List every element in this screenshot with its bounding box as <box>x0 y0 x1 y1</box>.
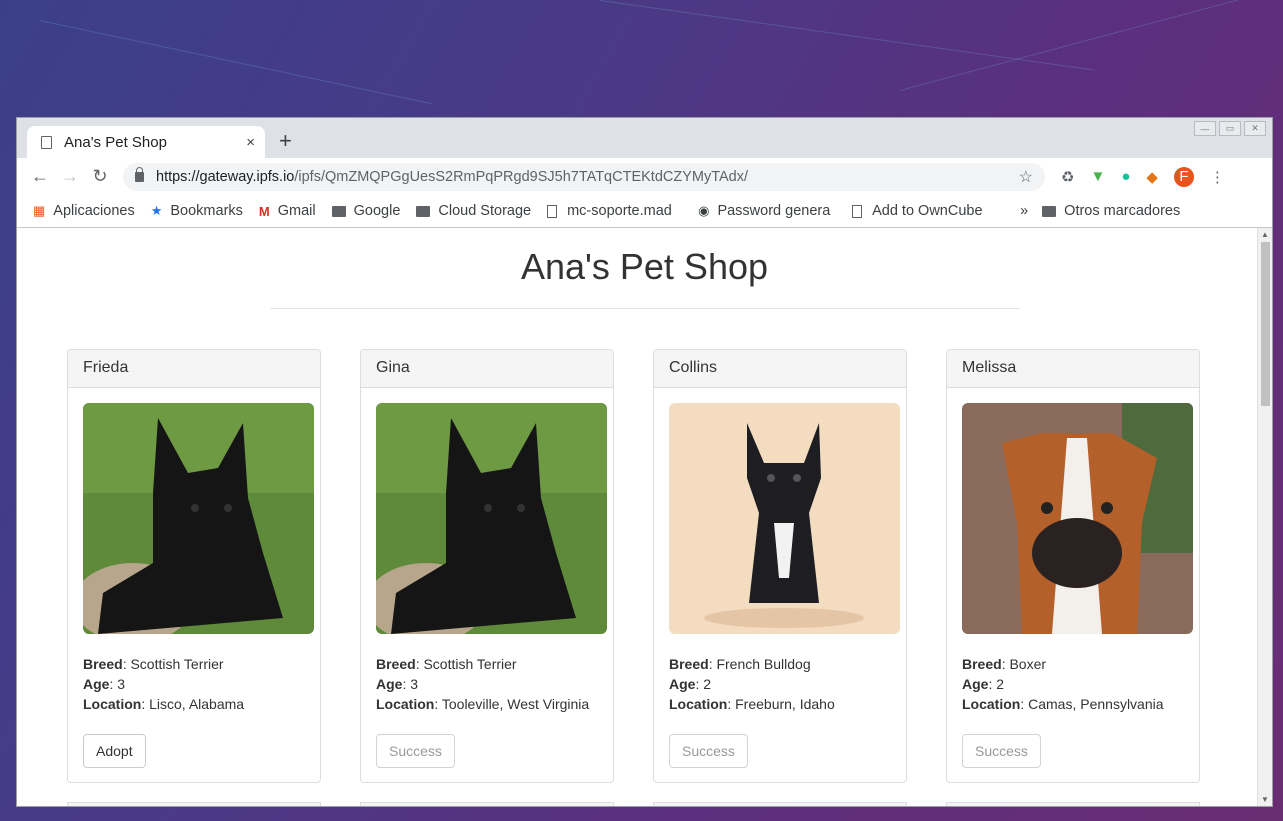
browser-toolbar: ← → ↻ https://gateway.ipfs.io/ipfs/QmZMQ… <box>17 158 1272 195</box>
lock-icon[interactable] <box>135 166 144 182</box>
bookmark-star-icon[interactable]: ☆ <box>1019 167 1033 187</box>
bookmark-other[interactable]: Otros marcadores <box>1042 203 1180 219</box>
apps-grid-icon: ▦ <box>33 203 46 218</box>
gmail-icon: M <box>258 203 270 219</box>
next-row-cards <box>67 802 1200 806</box>
pet-card-partial <box>653 802 907 806</box>
pet-age: 3 <box>410 676 419 692</box>
scroll-down-icon[interactable]: ▼ <box>1261 795 1269 804</box>
file-icon <box>547 204 558 218</box>
metamask-fox-icon[interactable]: ◆ <box>1146 168 1158 186</box>
french-bulldog-photo <box>669 403 900 634</box>
bookmarks-overflow-button[interactable]: » <box>1020 203 1028 219</box>
pet-card-partial <box>67 802 321 806</box>
pet-breed: French Bulldog <box>716 656 811 672</box>
folder-icon <box>331 205 346 217</box>
window-controls: — ▭ ✕ <box>1194 121 1266 136</box>
scrollbar-thumb[interactable] <box>1261 242 1270 406</box>
success-button[interactable]: Success <box>376 734 455 768</box>
menu-kebab-icon[interactable]: ⋮ <box>1210 168 1225 186</box>
pet-breed: Scottish Terrier <box>423 656 517 672</box>
pet-age: 2 <box>996 676 1005 692</box>
back-button[interactable]: ← <box>25 166 55 187</box>
extensions-area: ♻ ▼ ● ◆ F ⋮ <box>1061 166 1225 187</box>
bookmark-bookmarks[interactable]: ★ Bookmarks <box>151 203 243 219</box>
file-icon <box>852 204 863 218</box>
vertical-scrollbar[interactable]: ▲ ▼ <box>1257 228 1272 806</box>
success-button[interactable]: Success <box>669 734 748 768</box>
forward-button[interactable]: → <box>55 166 85 187</box>
tab-pet-shop[interactable]: Ana's Pet Shop × <box>27 126 265 158</box>
bookmark-mc-soporte[interactable]: mc-soporte.mad <box>547 203 682 219</box>
url-host: https://gateway.ipfs.io <box>156 168 295 185</box>
pet-name: Melissa <box>947 350 1199 388</box>
pet-location: Camas, Pennsylvania <box>1028 696 1164 712</box>
bookmark-cloud-storage[interactable]: Cloud Storage <box>416 203 531 219</box>
pet-cards: Frieda Breed: Scottish Terrier Age: 3 Lo… <box>67 349 1200 783</box>
close-tab-icon[interactable]: × <box>246 134 255 151</box>
minimize-button[interactable]: — <box>1194 121 1216 136</box>
pet-name: Frieda <box>68 350 320 388</box>
page-title: Ana's Pet Shop <box>520 246 769 287</box>
pet-name: Gina <box>361 350 613 388</box>
folder-icon <box>1042 205 1057 217</box>
bookmark-owncube[interactable]: Add to OwnCube <box>852 203 990 219</box>
pet-card-partial <box>360 802 614 806</box>
reload-button[interactable]: ↻ <box>85 166 115 187</box>
address-bar[interactable]: https://gateway.ipfs.io/ipfs/QmZMQPGgUes… <box>123 162 1045 191</box>
recycle-extension-icon[interactable]: ♻ <box>1061 168 1074 186</box>
pet-name: Collins <box>654 350 906 388</box>
bookmark-gmail[interactable]: M Gmail <box>259 203 316 219</box>
tab-title: Ana's Pet Shop <box>64 133 167 151</box>
grammarly-icon[interactable]: ● <box>1121 168 1130 185</box>
divider <box>269 308 1020 309</box>
bookmark-password[interactable]: ◉ Password genera <box>698 203 836 219</box>
page-icon <box>41 135 52 149</box>
bookmarks-bar: ▦ Aplicaciones ★ Bookmarks M Gmail Google C… <box>17 195 1272 228</box>
pet-age: 3 <box>117 676 126 692</box>
pet-card: Melissa Breed: Boxer Age: 2 Location: Ca… <box>946 349 1200 783</box>
pet-card: Gina Breed: Scottish Terrier Age: 3 Loca… <box>360 349 614 783</box>
success-button[interactable]: Success <box>962 734 1041 768</box>
pet-card-partial <box>946 802 1200 806</box>
pet-location: Freeburn, Idaho <box>735 696 835 712</box>
new-tab-button[interactable]: + <box>279 128 292 154</box>
url-path: /ipfs/QmZMQPGgUesS2RmPqPRgd9SJ5h7TATqCTE… <box>294 168 749 185</box>
pet-breed: Scottish Terrier <box>130 656 224 672</box>
pet-age: 2 <box>703 676 712 692</box>
browser-window: Ana's Pet Shop × + — ▭ ✕ ← → ↻ https://g… <box>16 117 1273 807</box>
pet-info: Breed: Scottish Terrier Age: 3 Location:… <box>83 656 245 712</box>
pet-info: Breed: French Bulldog Age: 2 Location: F… <box>669 656 835 712</box>
pet-card: Collins Breed: French Bulldog Age: 2 Loc… <box>653 349 907 783</box>
pet-breed: Boxer <box>1009 656 1047 672</box>
tab-strip: Ana's Pet Shop × + — ▭ ✕ <box>17 118 1272 158</box>
scottish-terrier-photo <box>376 403 607 634</box>
folder-icon <box>416 205 431 217</box>
pet-info: Breed: Scottish Terrier Age: 3 Location:… <box>376 656 590 712</box>
pet-card: Frieda Breed: Scottish Terrier Age: 3 Lo… <box>67 349 321 783</box>
scottish-terrier-photo <box>83 403 314 634</box>
maximize-button[interactable]: ▭ <box>1219 121 1241 136</box>
green-extension-icon[interactable]: ▼ <box>1090 168 1105 185</box>
bookmark-apps[interactable]: ▦ Aplicaciones <box>33 203 135 219</box>
star-icon: ★ <box>150 203 163 218</box>
bookmark-google[interactable]: Google <box>331 203 400 219</box>
pet-info: Breed: Boxer Age: 2 Location: Camas, Pen… <box>962 656 1164 712</box>
password-icon: ◉ <box>698 203 710 218</box>
boxer-photo <box>962 403 1193 634</box>
adopt-button[interactable]: Adopt <box>83 734 146 768</box>
page-viewport: Ana's Pet Shop Frieda Breed: Scottish Te… <box>17 228 1272 806</box>
profile-avatar[interactable]: F <box>1173 166 1194 187</box>
pet-location: Lisco, Alabama <box>149 696 245 712</box>
close-window-button[interactable]: ✕ <box>1244 121 1266 136</box>
scroll-up-icon[interactable]: ▲ <box>1261 230 1269 239</box>
pet-location: Tooleville, West Virginia <box>441 696 590 712</box>
